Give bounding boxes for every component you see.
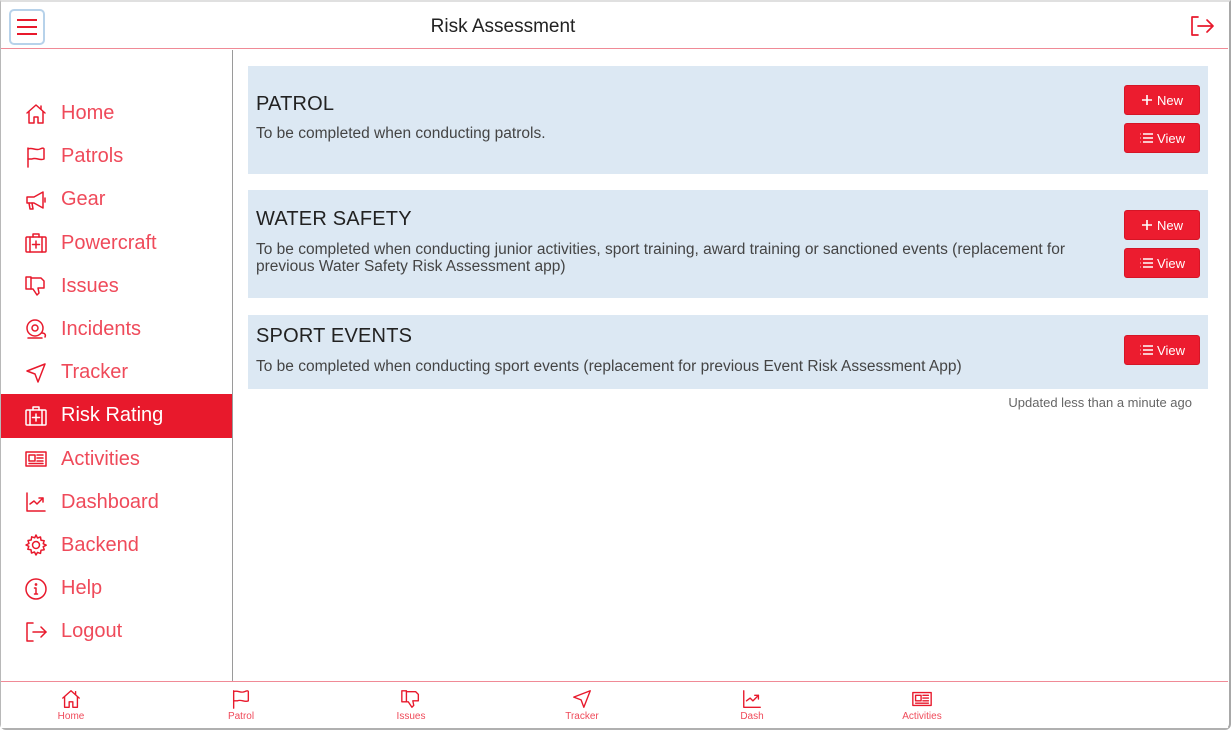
first-aid-kit-icon: [23, 230, 49, 256]
plus-icon: [1141, 95, 1152, 105]
sidebar-item-label: Backend: [61, 533, 139, 556]
sidebar-item-label: Patrols: [61, 145, 124, 168]
new-button-label: New: [1156, 92, 1183, 108]
sidebar-item-label: Issues: [61, 274, 119, 297]
logout-icon: [1191, 16, 1214, 36]
tab-label: Patrol: [227, 711, 255, 722]
card-title: PATROL: [256, 93, 335, 115]
list-icon: [1140, 258, 1154, 268]
card-title: WATER SAFETY: [256, 208, 412, 230]
flag-icon: [23, 144, 49, 170]
tab-label: Issues: [396, 711, 426, 722]
navigation-arrow-icon: [23, 360, 49, 386]
sidebar-item-gear[interactable]: Gear: [1, 178, 232, 221]
home-icon: [62, 690, 80, 708]
new-button[interactable]: New: [1124, 210, 1200, 240]
navigation-arrow-icon: [573, 690, 591, 708]
sidebar-item-risk-rating[interactable]: Risk Rating: [1, 394, 232, 438]
card-patrol: PATROL To be completed when conducting p…: [248, 66, 1208, 174]
logout-icon: [23, 619, 49, 645]
list-icon: [1140, 133, 1154, 143]
tab-label: Tracker: [565, 711, 599, 722]
trending-chart-icon: [743, 690, 761, 708]
view-button[interactable]: View: [1124, 123, 1200, 153]
sidebar-item-home[interactable]: Home: [1, 92, 232, 135]
sidebar-item-label: Powercraft: [61, 231, 157, 254]
new-button-label: New: [1156, 217, 1183, 233]
sidebar-item-label: Risk Rating: [61, 404, 164, 427]
plus-icon: [1141, 220, 1152, 230]
sidebar-item-label: Incidents: [61, 318, 142, 341]
thumbs-down-icon: [401, 690, 420, 708]
card-water-safety: WATER SAFETY To be completed when conduc…: [248, 190, 1208, 298]
sidebar-item-label: Dashboard: [61, 490, 159, 513]
page-title: Risk Assessment: [430, 16, 576, 37]
sidebar-item-powercraft[interactable]: Powercraft: [1, 222, 232, 265]
sidebar-item-issues[interactable]: Issues: [1, 265, 232, 308]
view-button-label: View: [1157, 130, 1185, 146]
sidebar-item-activities[interactable]: Activities: [1, 438, 232, 481]
thumbs-down-icon: [23, 273, 49, 299]
flag-icon: [232, 690, 250, 709]
sidebar-item-label: Tracker: [61, 361, 129, 384]
updated-status: Updated less than a minute ago: [1008, 395, 1192, 410]
first-aid-kit-icon: [23, 403, 49, 429]
tab-home[interactable]: Home: [31, 688, 111, 722]
sidebar-item-help[interactable]: Help: [1, 567, 232, 610]
view-button-label: View: [1157, 342, 1185, 358]
sidebar-nav: Home Patrols Gear Powercraft Issues Inci…: [1, 92, 232, 653]
sidebar-item-label: Activities: [61, 447, 140, 470]
newspaper-icon: [912, 691, 932, 707]
sidebar-item-backend[interactable]: Backend: [1, 524, 232, 567]
sidebar: Home Patrols Gear Powercraft Issues Inci…: [1, 50, 233, 681]
sidebar-item-dashboard[interactable]: Dashboard: [1, 481, 232, 524]
home-icon: [23, 101, 49, 127]
newspaper-icon: [23, 446, 49, 472]
new-button[interactable]: New: [1124, 85, 1200, 115]
view-button[interactable]: View: [1124, 335, 1200, 365]
sidebar-item-patrols[interactable]: Patrols: [1, 135, 232, 178]
view-button[interactable]: View: [1124, 248, 1200, 278]
alarm-bell-icon: [23, 317, 49, 343]
gear-icon: [23, 532, 49, 558]
header-bar: Risk Assessment: [1, 2, 1228, 49]
sidebar-item-label: Logout: [61, 620, 123, 643]
sidebar-item-incidents[interactable]: Incidents: [1, 308, 232, 351]
list-icon: [1140, 345, 1154, 355]
tab-label: Activities: [902, 711, 942, 722]
trending-chart-icon: [23, 489, 49, 515]
logout-button[interactable]: [1188, 14, 1216, 38]
card-sport-events: SPORT EVENTS To be completed when conduc…: [248, 315, 1208, 389]
card-description: To be completed when conducting junior a…: [256, 241, 1066, 275]
card-title: SPORT EVENTS: [256, 325, 413, 347]
tab-label: Home: [57, 711, 85, 722]
card-description: To be completed when conducting sport ev…: [256, 358, 962, 375]
tab-dash[interactable]: Dash: [712, 688, 792, 722]
tab-label: Dash: [740, 711, 764, 722]
megaphone-icon: [23, 187, 49, 213]
sidebar-item-label: Gear: [61, 188, 106, 211]
view-button-label: View: [1157, 255, 1185, 271]
bottom-tab-bar: Home Patrol Issues Tracker Dash Activiti…: [1, 681, 1228, 728]
card-description: To be completed when conducting patrols.: [256, 125, 546, 142]
sidebar-item-logout[interactable]: Logout: [1, 610, 232, 653]
sidebar-item-label: Help: [61, 577, 103, 600]
sidebar-item-label: Home: [61, 102, 115, 125]
info-icon: [23, 576, 49, 602]
tab-issues[interactable]: Issues: [371, 688, 451, 722]
tab-activities[interactable]: Activities: [882, 688, 962, 722]
tab-patrol[interactable]: Patrol: [201, 688, 281, 722]
main-content: PATROL To be completed when conducting p…: [234, 50, 1228, 681]
sidebar-item-tracker[interactable]: Tracker: [1, 351, 232, 394]
tab-tracker[interactable]: Tracker: [542, 688, 622, 722]
